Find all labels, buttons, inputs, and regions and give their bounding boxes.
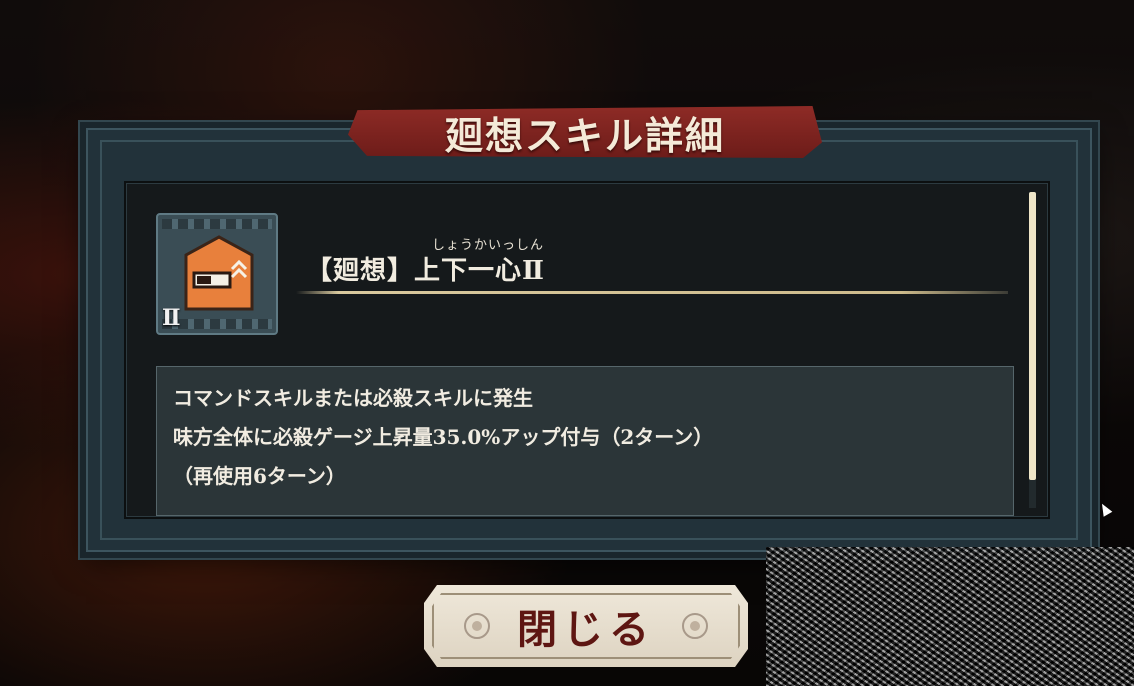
description-line: （再使用6ターン）	[173, 464, 346, 488]
close-button[interactable]: 閉じる	[424, 585, 748, 667]
skill-name-divider	[296, 291, 1008, 294]
scrollbar[interactable]	[1029, 192, 1036, 508]
game-screen: 廻想スキル詳細 Ⅱ しょうかいっしん 【廻想】上下一心Ⅱ コマンドスキルまたは必…	[0, 0, 1134, 686]
skill-name: 【廻想】上下一心Ⅱ	[306, 256, 545, 286]
description-line: 味方全体に必殺ゲージ上昇量35.0%アップ付与（2ターン）	[173, 425, 714, 449]
noise-overlay	[766, 547, 1134, 686]
skill-description-box: コマンドスキルまたは必殺スキルに発生 味方全体に必殺ゲージ上昇量35.0%アップ…	[156, 366, 1014, 516]
dialog-title-banner: 廻想スキル詳細	[348, 106, 822, 158]
skill-rank-label: Ⅱ	[162, 305, 181, 331]
skill-icon: Ⅱ	[156, 213, 278, 335]
dialog-title: 廻想スキル詳細	[444, 112, 725, 158]
description-line: コマンドスキルまたは必殺スキルに発生	[173, 386, 533, 410]
button-ornament-icon	[682, 613, 708, 639]
gauge-up-icon	[184, 235, 254, 311]
button-ornament-icon	[464, 613, 490, 639]
close-button-label: 閉じる	[517, 606, 655, 653]
film-strip-top	[162, 219, 272, 229]
scrollbar-thumb[interactable]	[1029, 192, 1036, 480]
